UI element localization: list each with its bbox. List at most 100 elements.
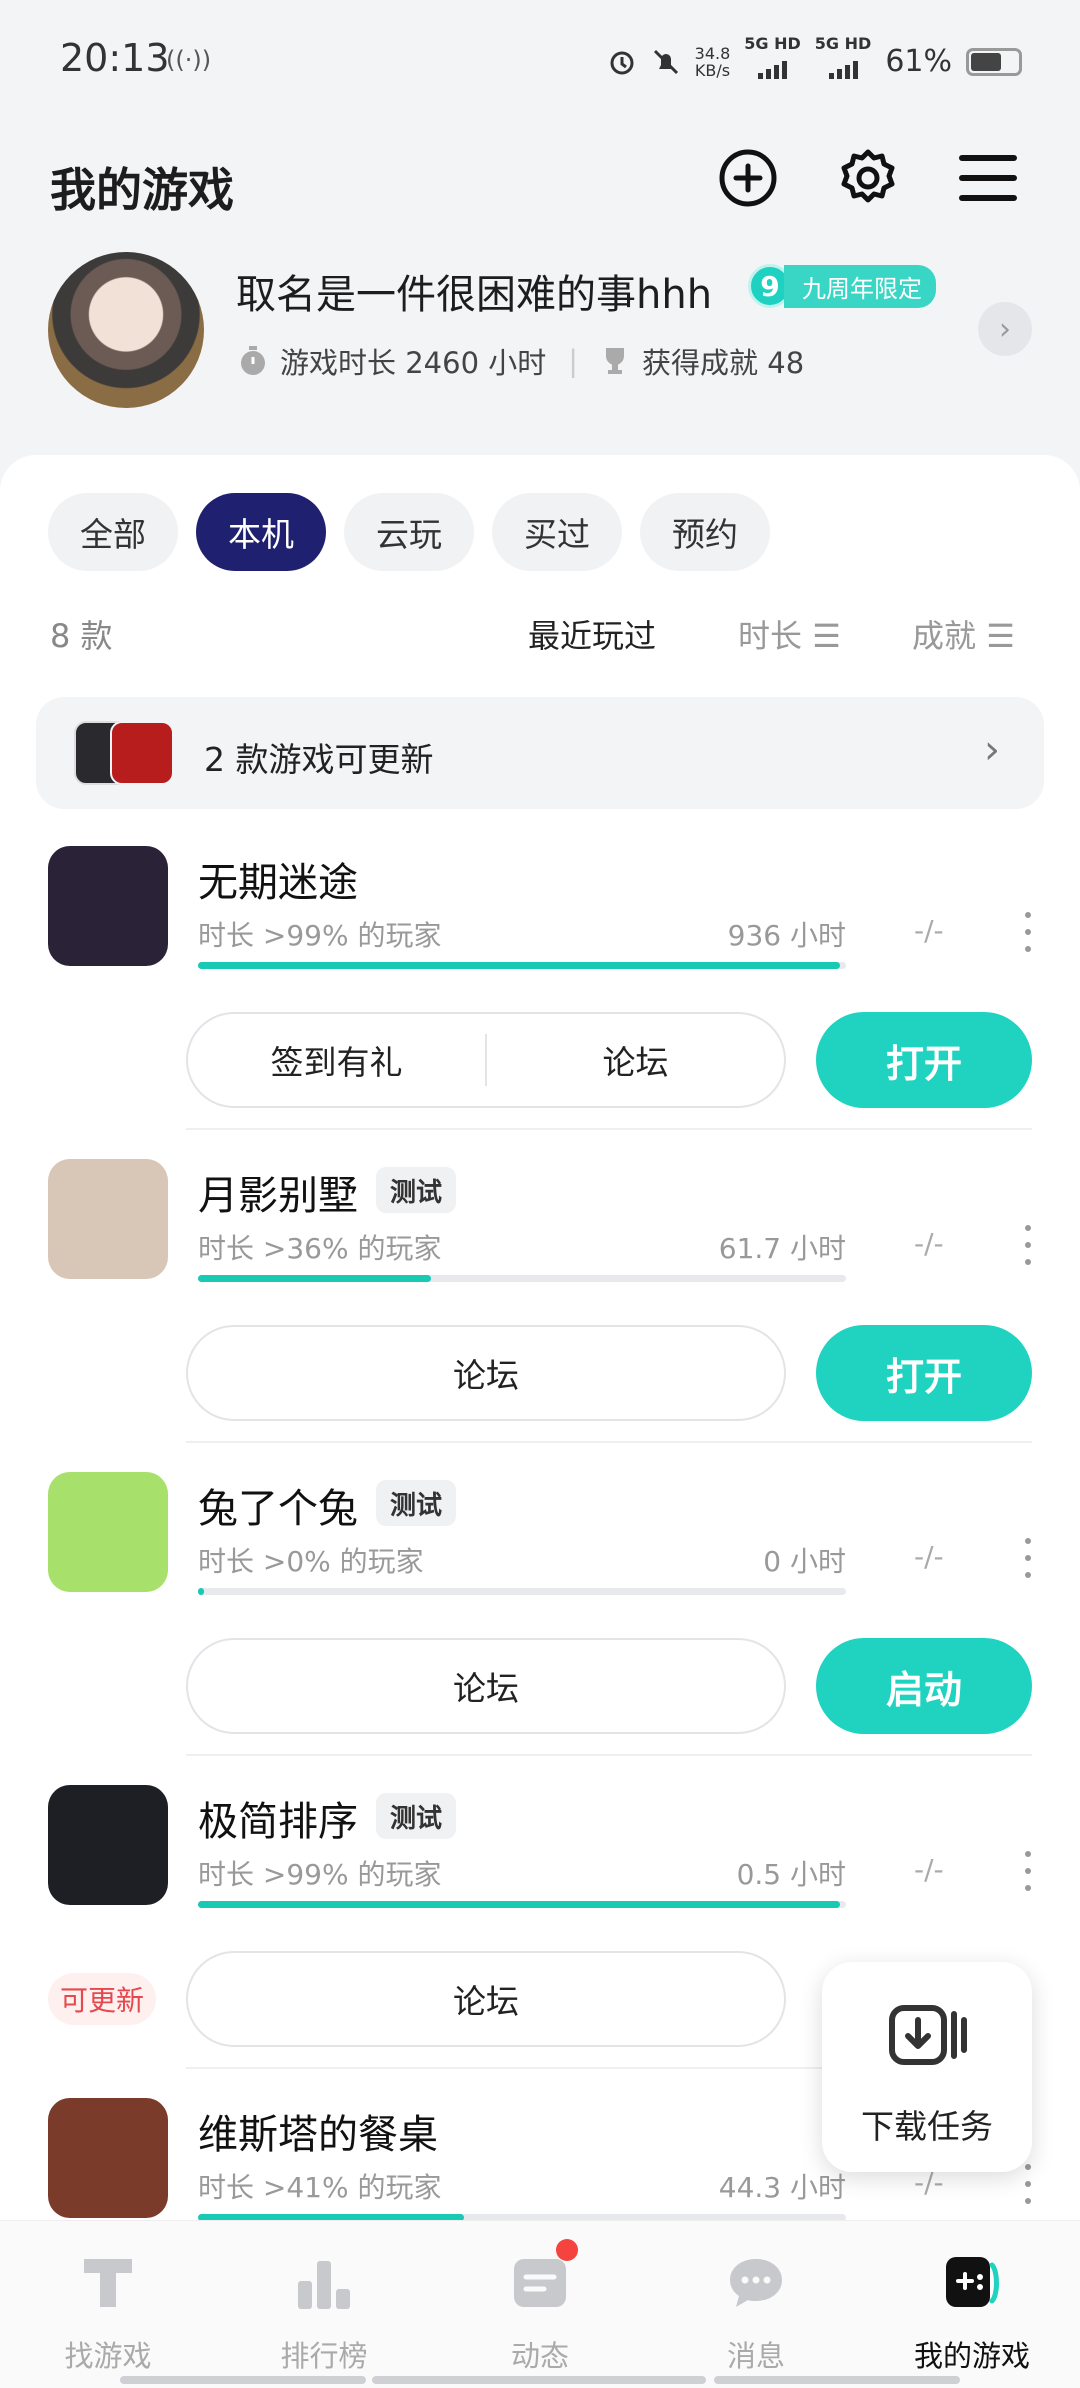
playtime-progress-track [198,1901,846,1908]
playtime-progress-fill [198,962,840,969]
status-bar: 20:13 ((·)) 34.8 KB/s 5G HD 5G HD 61% [0,0,1080,120]
alarm-icon [610,51,634,74]
playtime-hours: 936 小时 [727,919,846,952]
playtime-progress-track [198,962,846,969]
nav-label: 动态 [510,2339,569,2373]
open-game-button[interactable]: 打开 [816,1325,1032,1421]
stats-separator: | [568,344,579,378]
filter-tabs: 全部 本机 云玩 买过 预约 [48,493,770,571]
beta-tag: 测试 [376,1793,457,1839]
username[interactable]: 取名是一件很困难的事hhh [236,262,712,320]
update-available-label[interactable]: 可更新 [48,1973,157,2025]
game-count: 8 款 [50,617,113,655]
playtime-progress-track [198,1275,846,1282]
game-icon[interactable] [48,1159,168,1279]
gesture-bar-segment [120,2376,366,2384]
playtime-progress-track [198,1588,846,1595]
game-row: 无期迷途 时长 >99% 的玩家 936 小时 -/- 签到有礼 论坛 打开 [0,846,1080,1158]
game-name[interactable]: 兔了个兔 [198,1476,358,1534]
plus-circle-icon[interactable] [716,146,780,210]
nav-label: 找游戏 [64,2339,152,2373]
playtime-hours: 0 小时 [763,1545,846,1578]
tab-reserved[interactable]: 预约 [640,493,770,571]
game-icon[interactable] [48,2098,168,2218]
achievement-value: -/- [914,1227,944,1260]
tab-all[interactable]: 全部 [48,493,178,571]
open-game-button[interactable]: 打开 [816,1012,1032,1108]
tab-purchased[interactable]: 买过 [492,493,622,571]
nav-ranking[interactable]: 排行榜 [216,2221,432,2388]
update-banner-text: 2 款游戏可更新 [204,740,434,779]
bottom-nav: 找游戏 排行榜 动态 消息 我的游戏 [0,2220,1080,2388]
row-divider [186,1441,1032,1443]
mute-bell-icon [653,49,678,74]
download-task-icon [889,2005,967,2065]
nav-my-games[interactable]: 我的游戏 [864,2221,1080,2388]
playtime-progress-fill [198,1275,432,1282]
download-task-button[interactable]: 下载任务 [822,1962,1032,2172]
achievement-text: 获得成就 48 [642,346,805,380]
notification-dot [556,2239,578,2261]
gesture-bar-segment [714,2376,960,2384]
playtime-text: 游戏时长 2460 小时 [280,346,547,380]
more-options-icon[interactable] [1022,1225,1034,1265]
update-game-icons [74,721,178,785]
forum-button[interactable]: 论坛 [188,1975,784,2023]
game-name[interactable]: 维斯塔的餐桌 [198,2102,438,2160]
avatar[interactable] [48,252,204,408]
radio-icon: ((·)) [166,46,212,74]
forum-button[interactable]: 论坛 [188,1349,784,1397]
game-thumbnail [110,721,174,785]
achievement-value: -/- [914,914,944,947]
playtime-rank: 时长 >36% 的玩家 [198,1232,442,1265]
ranking-icon [298,2261,350,2309]
game-icon[interactable] [48,1785,168,1905]
hamburger-menu-icon[interactable] [956,146,1020,210]
nav-message[interactable]: 消息 [648,2221,864,2388]
game-name[interactable]: 极简排序 [198,1789,358,1847]
network-speed: 34.8 KB/s [694,43,731,80]
sort-icon: ☰ [812,617,841,655]
sort-duration[interactable]: 时长 ☰ [738,611,841,657]
sort-recent[interactable]: 最近玩过 [528,611,656,657]
download-task-label: 下载任务 [861,2107,993,2146]
stopwatch-icon [241,346,265,375]
open-game-button[interactable]: 启动 [816,1638,1032,1734]
game-name[interactable]: 无期迷途 [198,850,358,908]
more-options-icon[interactable] [1022,1851,1034,1891]
more-options-icon[interactable] [1022,2164,1034,2204]
more-options-icon[interactable] [1022,912,1034,952]
forum-button[interactable]: 论坛 [487,1036,784,1084]
battery-icon [966,47,1022,76]
more-options-icon[interactable] [1022,1538,1034,1578]
battery-percent: 61% [885,44,952,79]
nav-label: 我的游戏 [913,2339,1030,2373]
sort-achievement[interactable]: 成就 ☰ [912,611,1015,657]
find-game-icon [84,2259,132,2307]
playtime-hours: 61.7 小时 [718,1232,846,1265]
game-icon[interactable] [48,846,168,966]
anniversary-badge[interactable]: 9 九周年限定 [748,264,936,308]
status-time: 20:13 [60,36,170,80]
nav-feed[interactable]: 动态 [432,2221,648,2388]
nav-label: 消息 [726,2339,785,2373]
playtime-progress-fill [198,1588,205,1595]
my-games-icon [946,2257,999,2307]
gear-icon[interactable] [836,146,900,210]
message-icon [730,2259,782,2307]
page-title: 我的游戏 [50,163,234,217]
tab-local[interactable]: 本机 [196,493,326,571]
tab-cloud[interactable]: 云玩 [344,493,474,571]
game-name[interactable]: 月影别墅 [198,1163,358,1221]
profile-arrow-icon[interactable]: › [978,302,1032,356]
beta-tag: 测试 [376,1480,457,1526]
sort-icon: ☰ [986,617,1015,655]
update-banner[interactable]: 2 款游戏可更新 › [36,697,1044,809]
checkin-reward-button[interactable]: 签到有礼 [188,1036,485,1084]
profile-stats: 游戏时长 2460 小时 | 获得成就 48 [238,340,804,382]
game-icon[interactable] [48,1472,168,1592]
forum-button[interactable]: 论坛 [188,1662,784,1710]
game-row: 月影别墅 测试 时长 >36% 的玩家 61.7 小时 -/- 论坛 打开 [0,1159,1080,1471]
nav-find-game[interactable]: 找游戏 [0,2221,216,2388]
signal-1: 5G HD [744,36,801,87]
